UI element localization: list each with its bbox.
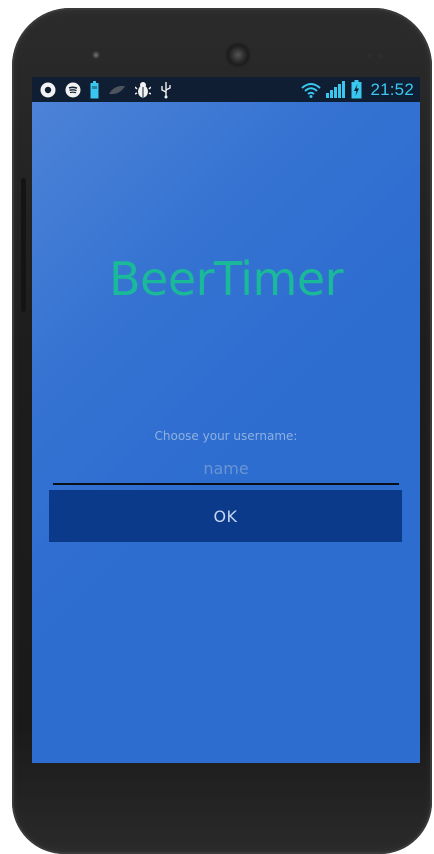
spotify-icon <box>65 82 81 98</box>
battery-charging-icon <box>351 80 362 99</box>
power-button <box>21 178 26 312</box>
battery-small-icon <box>90 80 99 99</box>
signal-icon <box>326 81 346 98</box>
app-title: BeerTimer <box>108 252 344 306</box>
status-bar: 21:52 <box>32 77 420 102</box>
system-icons: 21:52 <box>301 80 414 100</box>
circle-app-icon <box>40 82 56 98</box>
ok-button[interactable]: OK <box>49 490 402 542</box>
status-clock: 21:52 <box>370 79 414 99</box>
usb-icon <box>160 81 172 99</box>
android-bug-icon <box>135 81 151 99</box>
wifi-icon <box>301 82 322 98</box>
front-camera <box>92 51 100 59</box>
leaf-icon <box>108 84 126 96</box>
username-input[interactable] <box>53 453 399 485</box>
app-screen: 21:52 BeerTimer Choose your username: OK <box>32 77 420 763</box>
light-sensor <box>379 54 383 58</box>
earpiece-speaker <box>227 44 249 66</box>
notification-icons <box>40 80 172 99</box>
proximity-sensor <box>367 54 371 58</box>
username-prompt-label: Choose your username: <box>154 429 298 443</box>
